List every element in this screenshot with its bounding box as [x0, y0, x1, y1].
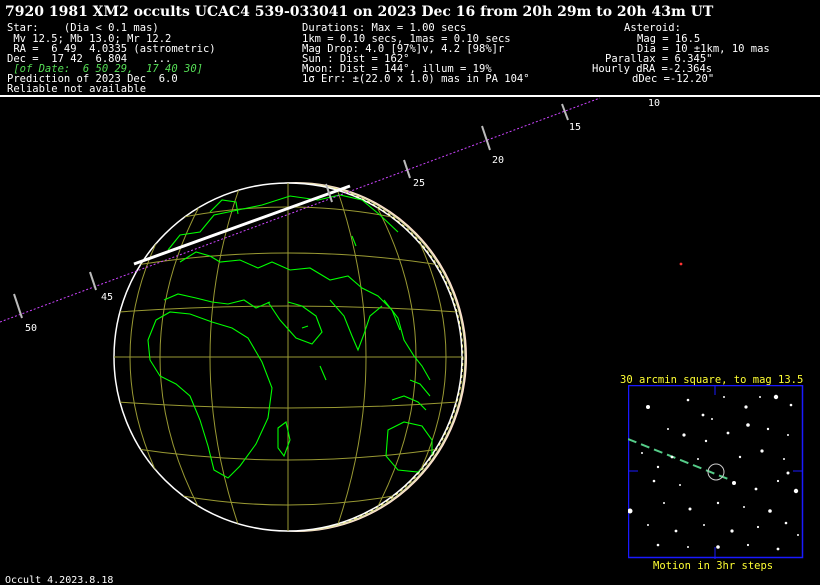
finder-footer: Motion in 3hr steps — [653, 560, 774, 572]
finder-chart — [628, 385, 804, 559]
tick-label-50: 50 — [25, 323, 37, 334]
tick-label-45: 45 — [101, 292, 113, 303]
finder-frame — [628, 385, 804, 559]
tick-label-15: 15 — [569, 122, 581, 133]
red-marker — [679, 262, 683, 266]
occultation-map: 7920 1981 XM2 occults UCAC4 539-033041 o… — [0, 0, 820, 585]
tick-label-20: 20 — [492, 155, 504, 166]
tick-label-25: 25 — [413, 178, 425, 189]
tick-label-10: 10 — [648, 98, 660, 109]
version-label: Occult 4.2023.8.18 — [5, 575, 114, 585]
